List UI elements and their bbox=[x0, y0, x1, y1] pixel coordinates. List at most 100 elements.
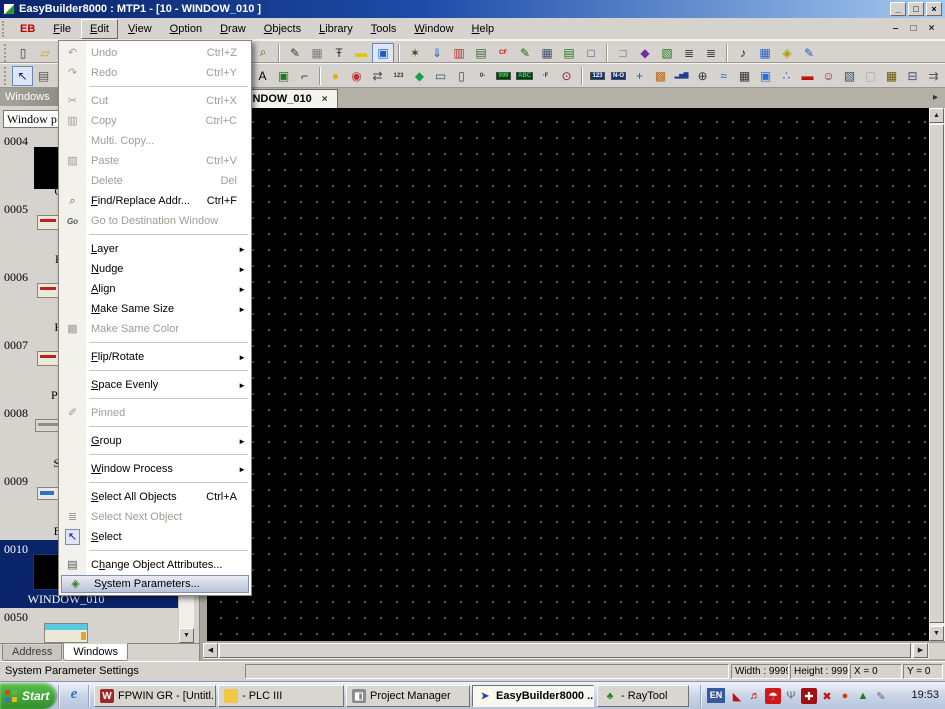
menubar-grip-icon[interactable] bbox=[2, 20, 7, 37]
toggle-switch-icon[interactable]: ⇄ bbox=[367, 66, 388, 86]
function-key-icon[interactable]: ▭ bbox=[430, 66, 451, 86]
scroll-up-icon[interactable]: ▲ bbox=[929, 108, 944, 123]
picture-object-icon[interactable]: ▣ bbox=[273, 66, 294, 86]
word-lamp-icon[interactable]: ◉ bbox=[346, 66, 367, 86]
shape-library-icon[interactable]: ≣ bbox=[678, 43, 700, 63]
grid-icon[interactable]: ▦ bbox=[306, 43, 328, 63]
numeric-display-icon[interactable]: 999 bbox=[493, 66, 514, 86]
select-arrow-icon[interactable]: ↖ bbox=[12, 65, 33, 86]
label-library-icon[interactable]: ▦ bbox=[754, 43, 776, 63]
menu-tools[interactable]: Tools bbox=[363, 20, 405, 38]
language-indicator[interactable]: EN bbox=[707, 688, 725, 703]
graphics-suite-icon[interactable]: ◣ bbox=[729, 688, 745, 704]
ascii-switch-icon[interactable]: ▯ bbox=[451, 66, 472, 86]
library-bag-icon[interactable]: ◆ bbox=[634, 43, 656, 63]
ascii-display-icon[interactable]: ABC bbox=[514, 66, 535, 86]
menu-item-change-object-attributes[interactable]: ▤ Change Object Attributes... bbox=[59, 555, 251, 575]
pointer-tool-icon[interactable]: ✎ bbox=[873, 688, 889, 704]
canvas-hscrollbar[interactable]: ◀ ▶ bbox=[203, 643, 929, 659]
cf-card-icon[interactable]: CF bbox=[492, 43, 514, 63]
sound-library-icon[interactable]: ♪ bbox=[732, 43, 754, 63]
canvas-vscrollbar[interactable]: ▲ ▼ bbox=[929, 108, 945, 641]
numeric-input-icon[interactable]: 123 bbox=[587, 66, 608, 86]
menu-edit[interactable]: Edit bbox=[81, 18, 118, 39]
tab-close-icon[interactable]: × bbox=[322, 94, 328, 105]
panel-tab-windows[interactable]: Windows bbox=[63, 643, 128, 661]
menu-window[interactable]: Window bbox=[406, 20, 461, 38]
task-fpwin[interactable]: W FPWIN GR - [Untitl... bbox=[94, 685, 216, 707]
menu-item-make-same-size[interactable]: Make Same Size ► bbox=[59, 299, 251, 319]
panel-tab-address[interactable]: Address bbox=[2, 644, 63, 661]
data-sampling-icon[interactable]: ⊟ bbox=[902, 66, 923, 86]
window-thumbnail[interactable] bbox=[44, 623, 88, 643]
canvas-hscroll-thumb[interactable] bbox=[219, 643, 911, 658]
operator-icon[interactable]: ☺ bbox=[818, 66, 839, 86]
antivirus-umbrella-icon[interactable]: ☂ bbox=[765, 688, 781, 704]
move-shape-icon[interactable]: + bbox=[629, 66, 650, 86]
indirect-window-icon[interactable]: ·F bbox=[535, 66, 556, 86]
menu-item-nudge[interactable]: Nudge ► bbox=[59, 259, 251, 279]
string-table-icon[interactable]: ✎ bbox=[798, 43, 820, 63]
volume-muted-icon[interactable]: ♬ bbox=[747, 688, 763, 704]
object-attributes-icon[interactable]: ▤ bbox=[33, 66, 54, 86]
mdi-minimize-button[interactable]: – bbox=[888, 23, 903, 34]
cpu-settings-icon[interactable]: ▦ bbox=[536, 43, 558, 63]
picture-library-icon[interactable]: ▧ bbox=[656, 43, 678, 63]
function-switch-icon[interactable]: ◆ bbox=[409, 66, 430, 86]
menu-item-select-all-objects[interactable]: Select All Objects Ctrl+A bbox=[59, 487, 251, 507]
unavailable-tool-icon[interactable]: ▢ bbox=[860, 66, 881, 86]
minimize-button[interactable]: _ bbox=[890, 2, 906, 16]
scheduler-icon[interactable]: ▦ bbox=[881, 66, 902, 86]
security-shield-icon[interactable]: ✚ bbox=[801, 688, 817, 704]
mdi-close-button[interactable]: × bbox=[924, 23, 939, 34]
fill-color-icon[interactable]: ▬ bbox=[350, 43, 372, 63]
menu-item-flip-rotate[interactable]: Flip/Rotate ► bbox=[59, 347, 251, 367]
task-raytool[interactable]: ♣ - RayTool bbox=[597, 685, 689, 707]
display-disabled-icon[interactable]: ✖ bbox=[819, 688, 835, 704]
canvas-vscroll-thumb[interactable] bbox=[929, 124, 944, 623]
meter-clock-icon[interactable]: ⊕ bbox=[692, 66, 713, 86]
set-word-icon[interactable]: 123 bbox=[388, 66, 409, 86]
menu-item-select[interactable]: ↖ Select bbox=[59, 527, 251, 547]
text-object-icon[interactable]: A bbox=[252, 66, 273, 86]
menu-item-space-evenly[interactable]: Space Evenly ► bbox=[59, 375, 251, 395]
address-find-icon[interactable]: ⌕ bbox=[252, 43, 274, 63]
menu-item-align[interactable]: Align ► bbox=[59, 279, 251, 299]
scroll-down-icon[interactable]: ▼ bbox=[929, 626, 944, 641]
event-display-icon[interactable]: ▧ bbox=[839, 66, 860, 86]
title-bar[interactable]: EasyBuilder8000 : MTP1 - [10 - WINDOW_01… bbox=[0, 0, 945, 18]
scroll-right-icon[interactable]: ▶ bbox=[913, 643, 928, 658]
window-tree-item-0050[interactable]: 0050 bbox=[0, 608, 178, 643]
toolbar-grip[interactable] bbox=[4, 66, 8, 85]
monitor-view-icon[interactable]: □ bbox=[580, 43, 602, 63]
toolbar-grip[interactable] bbox=[4, 43, 8, 62]
bar-graph-icon[interactable]: ▂▅▇ bbox=[671, 66, 692, 86]
new-project-icon[interactable]: ▯ bbox=[12, 43, 34, 63]
internet-explorer-icon[interactable]: e bbox=[64, 686, 84, 706]
menu-help[interactable]: Help bbox=[464, 20, 503, 38]
task-plc[interactable]: - PLC III bbox=[218, 685, 344, 707]
multi-state-blocks-icon[interactable]: ▩ bbox=[650, 66, 671, 86]
direct-window-icon[interactable]: 0- bbox=[472, 66, 493, 86]
scroll-down-icon[interactable]: ▼ bbox=[179, 628, 194, 643]
picture-viewer-icon[interactable]: ▣ bbox=[755, 66, 776, 86]
menu-item-layer[interactable]: Layer ► bbox=[59, 239, 251, 259]
update-ball-icon[interactable]: ● bbox=[837, 688, 853, 704]
meter-display-icon[interactable]: ⊙ bbox=[556, 66, 577, 86]
menu-option[interactable]: Option bbox=[162, 20, 210, 38]
menu-view[interactable]: View bbox=[120, 20, 160, 38]
alarm-bar-icon[interactable]: ▬ bbox=[797, 66, 818, 86]
close-button[interactable]: × bbox=[926, 2, 942, 16]
data-transfer-icon[interactable]: ⇉ bbox=[923, 66, 944, 86]
menu-file[interactable]: File bbox=[45, 20, 79, 38]
menu-objects[interactable]: Objects bbox=[256, 20, 309, 38]
group-library-icon[interactable]: ≣ bbox=[700, 43, 722, 63]
open-project-icon[interactable]: ▱ bbox=[34, 43, 56, 63]
restore-button[interactable]: □ bbox=[908, 2, 924, 16]
task-easybuilder[interactable]: ➤ EasyBuilder8000 ... bbox=[472, 685, 594, 707]
menu-item-find-replace-addr[interactable]: ⌕ Find/Replace Addr... Ctrl+F bbox=[59, 191, 251, 211]
download-icon[interactable]: ⇓ bbox=[426, 43, 448, 63]
import-icon[interactable]: ⊐ bbox=[612, 43, 634, 63]
macro-icon[interactable]: ✎ bbox=[514, 43, 536, 63]
compile-icon[interactable]: ✶ bbox=[404, 43, 426, 63]
